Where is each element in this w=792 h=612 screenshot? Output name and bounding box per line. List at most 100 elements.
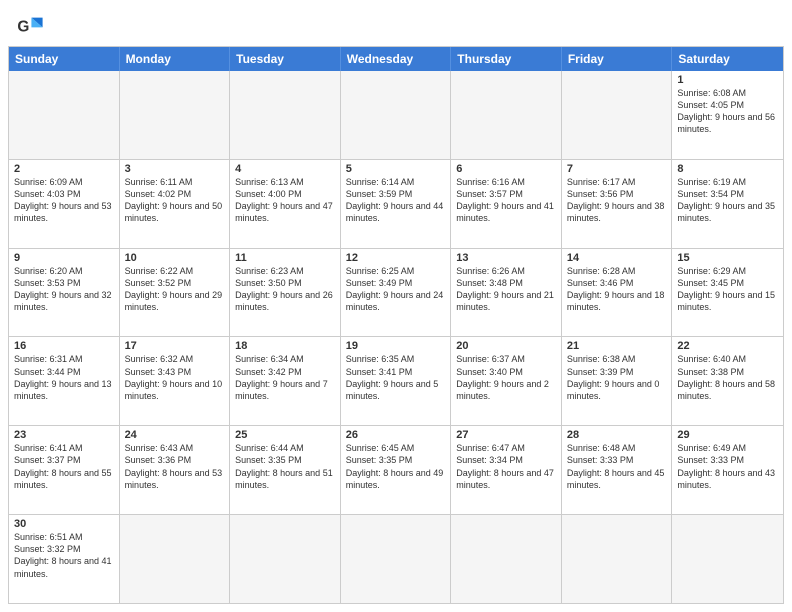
cell-info: Sunrise: 6:08 AM Sunset: 4:05 PM Dayligh… xyxy=(677,87,778,136)
col-header-friday: Friday xyxy=(562,47,673,71)
calendar-cell: 12Sunrise: 6:25 AM Sunset: 3:49 PM Dayli… xyxy=(341,249,452,337)
calendar-cell: 26Sunrise: 6:45 AM Sunset: 3:35 PM Dayli… xyxy=(341,426,452,514)
cell-number: 4 xyxy=(235,163,335,175)
calendar-cell: 18Sunrise: 6:34 AM Sunset: 3:42 PM Dayli… xyxy=(230,337,341,425)
calendar-cell xyxy=(562,515,673,603)
cell-number: 8 xyxy=(677,163,778,175)
cell-info: Sunrise: 6:37 AM Sunset: 3:40 PM Dayligh… xyxy=(456,353,556,402)
calendar-row: 9Sunrise: 6:20 AM Sunset: 3:53 PM Daylig… xyxy=(9,249,783,338)
calendar-cell: 16Sunrise: 6:31 AM Sunset: 3:44 PM Dayli… xyxy=(9,337,120,425)
cell-info: Sunrise: 6:47 AM Sunset: 3:34 PM Dayligh… xyxy=(456,442,556,491)
cell-number: 2 xyxy=(14,163,114,175)
logo-icon: G xyxy=(16,12,44,40)
calendar-cell: 21Sunrise: 6:38 AM Sunset: 3:39 PM Dayli… xyxy=(562,337,673,425)
cell-info: Sunrise: 6:14 AM Sunset: 3:59 PM Dayligh… xyxy=(346,176,446,225)
cell-info: Sunrise: 6:11 AM Sunset: 4:02 PM Dayligh… xyxy=(125,176,225,225)
col-header-wednesday: Wednesday xyxy=(341,47,452,71)
calendar-body: 1Sunrise: 6:08 AM Sunset: 4:05 PM Daylig… xyxy=(9,71,783,603)
calendar-cell: 11Sunrise: 6:23 AM Sunset: 3:50 PM Dayli… xyxy=(230,249,341,337)
cell-number: 28 xyxy=(567,429,667,441)
cell-number: 15 xyxy=(677,252,778,264)
calendar-header: SundayMondayTuesdayWednesdayThursdayFrid… xyxy=(9,47,783,71)
cell-number: 29 xyxy=(677,429,778,441)
cell-info: Sunrise: 6:17 AM Sunset: 3:56 PM Dayligh… xyxy=(567,176,667,225)
cell-info: Sunrise: 6:20 AM Sunset: 3:53 PM Dayligh… xyxy=(14,265,114,314)
calendar-cell: 20Sunrise: 6:37 AM Sunset: 3:40 PM Dayli… xyxy=(451,337,562,425)
page: G SundayMondayTuesdayWednesdayThursdayFr… xyxy=(0,0,792,612)
calendar-cell xyxy=(120,515,231,603)
cell-info: Sunrise: 6:25 AM Sunset: 3:49 PM Dayligh… xyxy=(346,265,446,314)
cell-number: 11 xyxy=(235,252,335,264)
calendar-cell xyxy=(230,71,341,159)
cell-number: 30 xyxy=(14,518,114,530)
cell-info: Sunrise: 6:34 AM Sunset: 3:42 PM Dayligh… xyxy=(235,353,335,402)
calendar-row: 30Sunrise: 6:51 AM Sunset: 3:32 PM Dayli… xyxy=(9,515,783,603)
calendar-cell: 13Sunrise: 6:26 AM Sunset: 3:48 PM Dayli… xyxy=(451,249,562,337)
col-header-thursday: Thursday xyxy=(451,47,562,71)
calendar-cell: 23Sunrise: 6:41 AM Sunset: 3:37 PM Dayli… xyxy=(9,426,120,514)
cell-number: 18 xyxy=(235,340,335,352)
calendar-cell: 10Sunrise: 6:22 AM Sunset: 3:52 PM Dayli… xyxy=(120,249,231,337)
cell-number: 23 xyxy=(14,429,114,441)
calendar-cell: 29Sunrise: 6:49 AM Sunset: 3:33 PM Dayli… xyxy=(672,426,783,514)
cell-number: 25 xyxy=(235,429,335,441)
cell-number: 27 xyxy=(456,429,556,441)
calendar-cell: 2Sunrise: 6:09 AM Sunset: 4:03 PM Daylig… xyxy=(9,160,120,248)
cell-info: Sunrise: 6:38 AM Sunset: 3:39 PM Dayligh… xyxy=(567,353,667,402)
calendar-cell: 8Sunrise: 6:19 AM Sunset: 3:54 PM Daylig… xyxy=(672,160,783,248)
calendar-cell: 15Sunrise: 6:29 AM Sunset: 3:45 PM Dayli… xyxy=(672,249,783,337)
calendar-cell: 9Sunrise: 6:20 AM Sunset: 3:53 PM Daylig… xyxy=(9,249,120,337)
calendar-cell: 17Sunrise: 6:32 AM Sunset: 3:43 PM Dayli… xyxy=(120,337,231,425)
calendar-cell: 4Sunrise: 6:13 AM Sunset: 4:00 PM Daylig… xyxy=(230,160,341,248)
calendar-cell xyxy=(341,71,452,159)
cell-info: Sunrise: 6:16 AM Sunset: 3:57 PM Dayligh… xyxy=(456,176,556,225)
cell-info: Sunrise: 6:19 AM Sunset: 3:54 PM Dayligh… xyxy=(677,176,778,225)
calendar-row: 23Sunrise: 6:41 AM Sunset: 3:37 PM Dayli… xyxy=(9,426,783,515)
cell-info: Sunrise: 6:32 AM Sunset: 3:43 PM Dayligh… xyxy=(125,353,225,402)
col-header-tuesday: Tuesday xyxy=(230,47,341,71)
cell-number: 19 xyxy=(346,340,446,352)
cell-number: 16 xyxy=(14,340,114,352)
calendar-cell: 3Sunrise: 6:11 AM Sunset: 4:02 PM Daylig… xyxy=(120,160,231,248)
cell-number: 10 xyxy=(125,252,225,264)
calendar-cell: 5Sunrise: 6:14 AM Sunset: 3:59 PM Daylig… xyxy=(341,160,452,248)
cell-info: Sunrise: 6:22 AM Sunset: 3:52 PM Dayligh… xyxy=(125,265,225,314)
cell-info: Sunrise: 6:23 AM Sunset: 3:50 PM Dayligh… xyxy=(235,265,335,314)
calendar-cell: 22Sunrise: 6:40 AM Sunset: 3:38 PM Dayli… xyxy=(672,337,783,425)
calendar-cell xyxy=(341,515,452,603)
cell-number: 24 xyxy=(125,429,225,441)
calendar-cell: 28Sunrise: 6:48 AM Sunset: 3:33 PM Dayli… xyxy=(562,426,673,514)
calendar-cell: 7Sunrise: 6:17 AM Sunset: 3:56 PM Daylig… xyxy=(562,160,673,248)
cell-number: 3 xyxy=(125,163,225,175)
cell-number: 17 xyxy=(125,340,225,352)
cell-number: 7 xyxy=(567,163,667,175)
calendar-cell: 30Sunrise: 6:51 AM Sunset: 3:32 PM Dayli… xyxy=(9,515,120,603)
cell-info: Sunrise: 6:26 AM Sunset: 3:48 PM Dayligh… xyxy=(456,265,556,314)
cell-number: 5 xyxy=(346,163,446,175)
cell-info: Sunrise: 6:43 AM Sunset: 3:36 PM Dayligh… xyxy=(125,442,225,491)
cell-info: Sunrise: 6:28 AM Sunset: 3:46 PM Dayligh… xyxy=(567,265,667,314)
calendar-row: 1Sunrise: 6:08 AM Sunset: 4:05 PM Daylig… xyxy=(9,71,783,160)
calendar-cell: 27Sunrise: 6:47 AM Sunset: 3:34 PM Dayli… xyxy=(451,426,562,514)
calendar: SundayMondayTuesdayWednesdayThursdayFrid… xyxy=(8,46,784,604)
calendar-cell xyxy=(562,71,673,159)
cell-info: Sunrise: 6:48 AM Sunset: 3:33 PM Dayligh… xyxy=(567,442,667,491)
cell-number: 9 xyxy=(14,252,114,264)
cell-number: 12 xyxy=(346,252,446,264)
calendar-cell xyxy=(230,515,341,603)
calendar-row: 16Sunrise: 6:31 AM Sunset: 3:44 PM Dayli… xyxy=(9,337,783,426)
calendar-cell xyxy=(672,515,783,603)
cell-number: 21 xyxy=(567,340,667,352)
header: G xyxy=(0,0,792,46)
col-header-saturday: Saturday xyxy=(672,47,783,71)
cell-number: 13 xyxy=(456,252,556,264)
cell-info: Sunrise: 6:41 AM Sunset: 3:37 PM Dayligh… xyxy=(14,442,114,491)
cell-info: Sunrise: 6:35 AM Sunset: 3:41 PM Dayligh… xyxy=(346,353,446,402)
calendar-cell xyxy=(9,71,120,159)
cell-number: 26 xyxy=(346,429,446,441)
calendar-cell: 19Sunrise: 6:35 AM Sunset: 3:41 PM Dayli… xyxy=(341,337,452,425)
calendar-cell: 6Sunrise: 6:16 AM Sunset: 3:57 PM Daylig… xyxy=(451,160,562,248)
calendar-cell: 25Sunrise: 6:44 AM Sunset: 3:35 PM Dayli… xyxy=(230,426,341,514)
cell-info: Sunrise: 6:44 AM Sunset: 3:35 PM Dayligh… xyxy=(235,442,335,491)
calendar-cell xyxy=(451,515,562,603)
